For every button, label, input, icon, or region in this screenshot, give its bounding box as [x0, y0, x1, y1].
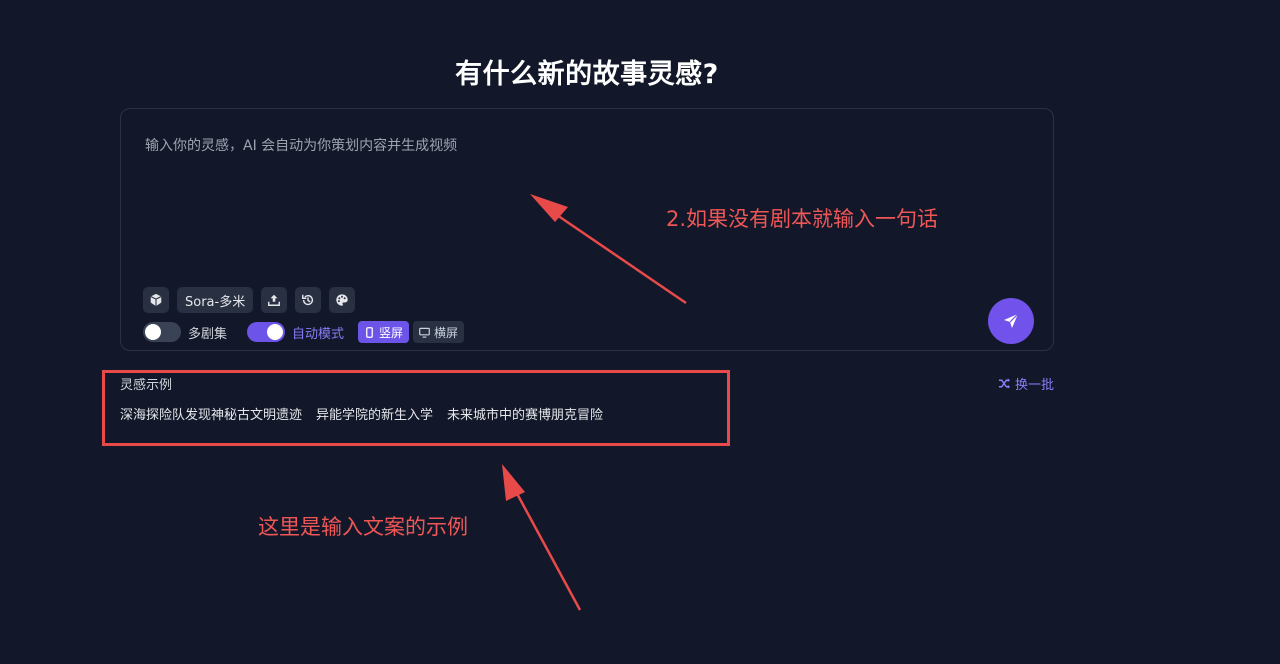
- multi-episode-label: 多剧集: [188, 326, 228, 342]
- shuffle-icon: [998, 378, 1011, 389]
- option-row: 多剧集 自动模式 竖屏 横屏: [143, 321, 468, 343]
- annotation-arrow-examples: [502, 464, 582, 611]
- style-button[interactable]: [329, 287, 356, 313]
- portrait-label: 竖屏: [379, 325, 404, 340]
- history-button[interactable]: [295, 287, 322, 313]
- annotation-input-note: 2.如果没有剧本就输入一句话: [666, 207, 939, 231]
- toggle-knob: [267, 324, 284, 340]
- annotation-examples-note: 这里是输入文案的示例: [258, 515, 468, 539]
- auto-mode-toggle[interactable]: [247, 322, 286, 342]
- phone-icon: [366, 326, 373, 338]
- send-button[interactable]: [988, 298, 1034, 344]
- palette-icon: [336, 294, 348, 306]
- multi-episode-toggle[interactable]: [143, 322, 181, 342]
- tool-row: Sora-多米: [143, 287, 356, 313]
- landscape-button[interactable]: 横屏: [413, 321, 465, 343]
- example-item[interactable]: 深海探险队发现神秘古文明遗迹: [120, 404, 302, 423]
- shuffle-label: 换一批: [1015, 378, 1055, 393]
- model-label: Sora-多米: [185, 294, 246, 310]
- shuffle-button[interactable]: 换一批: [998, 374, 1054, 393]
- toggle-knob: [145, 324, 161, 340]
- send-icon: [1004, 313, 1019, 328]
- upload-icon: [268, 294, 281, 306]
- cube-icon: [150, 293, 162, 307]
- landscape-label: 横屏: [434, 325, 459, 340]
- page-title: 有什么新的故事灵感?: [455, 59, 719, 90]
- portrait-button[interactable]: 竖屏: [358, 321, 410, 343]
- monitor-icon: [419, 327, 430, 338]
- model-selector[interactable]: Sora-多米: [177, 287, 254, 313]
- cube-button[interactable]: [143, 287, 169, 313]
- example-item[interactable]: 未来城市中的赛博朋克冒险: [447, 404, 603, 423]
- auto-mode-label: 自动模式: [292, 326, 345, 342]
- history-icon: [302, 294, 314, 306]
- example-item[interactable]: 异能学院的新生入学: [316, 404, 433, 423]
- inspiration-title: 灵感示例: [120, 378, 173, 393]
- inspiration-examples: 深海探险队发现神秘古文明遗迹 异能学院的新生入学 未来城市中的赛博朋克冒险: [120, 404, 603, 423]
- upload-button[interactable]: [261, 287, 288, 313]
